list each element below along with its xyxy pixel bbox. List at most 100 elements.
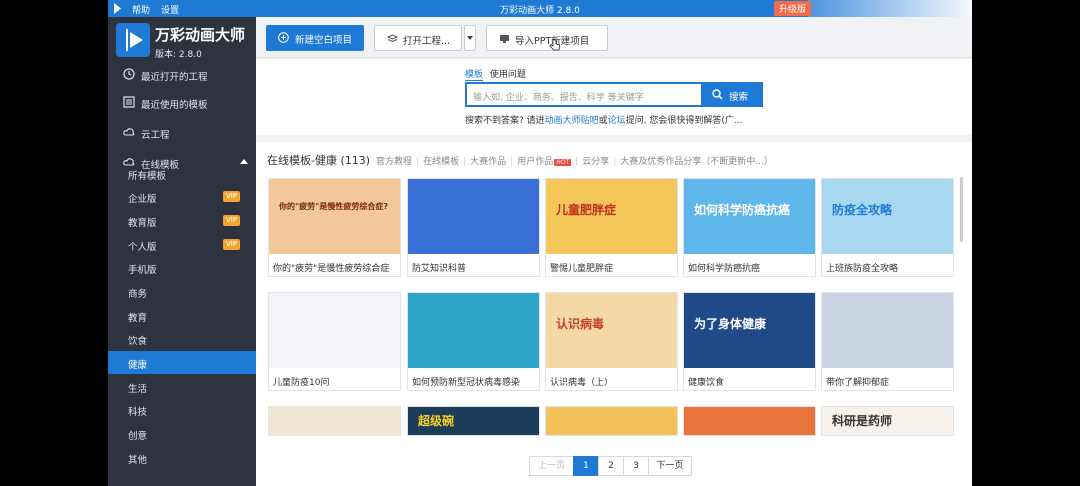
sidebar-category-item[interactable]: 科技 [108, 398, 256, 421]
upgrade-button[interactable]: 升级版 [774, 1, 812, 16]
chevron-down-icon [467, 36, 473, 40]
thumbnail-title: 如何科学防癌抗癌 [694, 203, 791, 217]
category-label: 企业版 [128, 194, 157, 205]
prev-page-button[interactable]: 上一页 [529, 456, 574, 476]
sidebar-category-item[interactable]: 所有模板 [108, 162, 256, 185]
sidebar-category-item[interactable]: 商务 [108, 280, 256, 303]
template-card[interactable] [545, 406, 678, 436]
main-panel: 新建空白项目 打开工程... 导入PPT新建项目 模板 使用问题 输入如, 企业… [256, 17, 972, 486]
open-project-dropdown[interactable] [464, 25, 476, 51]
template-caption: 如何预防新型冠状病毒感染 [412, 378, 521, 388]
hot-badge: HOT [554, 159, 572, 166]
category-label: 饮食 [128, 336, 148, 347]
search-input[interactable]: 输入如, 企业、商务、报告、科学 等关键字 [465, 82, 703, 107]
sidebar-item-cloud-projects[interactable]: 云工程 [108, 121, 256, 145]
template-thumbnail: 为了身体健康 [684, 293, 815, 368]
filter-cloud-share[interactable]: 云分享 [582, 157, 609, 167]
template-card[interactable]: 如何科学防癌抗癌 如何科学防癌抗癌 [683, 178, 816, 277]
import-ppt-button[interactable]: 导入PPT新建项目 [486, 25, 608, 51]
category-label: 创意 [128, 431, 148, 442]
template-card[interactable] [268, 406, 401, 436]
thumbnail-title: 为了身体健康 [694, 317, 767, 331]
scrollbar[interactable] [960, 177, 963, 242]
page-1-button[interactable]: 1 [573, 456, 599, 476]
category-label: 所有模板 [128, 171, 167, 182]
sidebar-item-recent-templates[interactable]: 最近使用的模板 [108, 91, 256, 115]
sidebar-category-item[interactable]: 其他 [108, 446, 256, 469]
template-card[interactable]: 儿童防疫10问 [268, 292, 401, 391]
sidebar-category-item[interactable]: 饮食 [108, 327, 256, 350]
category-label: 商务 [128, 289, 148, 300]
template-caption: 健康饮食 [688, 378, 725, 388]
filter-featured-share[interactable]: 大赛及优秀作品分享（不断更新中...） [620, 157, 773, 167]
hint-prefix: 搜索不到答案? 请进 [465, 116, 545, 126]
clock-icon [123, 68, 135, 80]
search-button[interactable]: 搜索 [703, 82, 763, 107]
filter-official-tutorials[interactable]: 官方教程 [376, 157, 412, 167]
thumbnail-title: 科研是药师 [832, 414, 893, 428]
sidebar-category-item[interactable]: 创意 [108, 422, 256, 445]
category-label: 手机版 [128, 265, 157, 276]
open-project-label: 打开工程... [403, 36, 451, 47]
page-2-button[interactable]: 2 [598, 456, 624, 476]
template-caption: 如何科学防癌抗癌 [688, 264, 761, 274]
template-card[interactable]: 认识病毒认识病毒（上） [545, 292, 678, 391]
template-thumbnail: 科研是药师 [822, 407, 953, 435]
filter-contest-works[interactable]: 大赛作品 [470, 157, 506, 167]
sidebar-category-item[interactable]: 教育版 VIP [108, 209, 256, 232]
template-card[interactable]: 防艾知识科普 [407, 178, 540, 277]
category-label: 生活 [128, 384, 148, 395]
hand-cursor-icon [549, 38, 560, 51]
sidebar-category-item[interactable]: 教育 [108, 304, 256, 327]
template-card[interactable]: 你的"疲劳"是慢性疲劳综合症? 你的"疲劳"是慢性疲劳综合症 [268, 178, 401, 277]
tieba-link[interactable]: 动画大师贴吧 [545, 116, 599, 126]
template-card[interactable]: 如何预防新型冠状病毒感染 [407, 292, 540, 391]
vip-badge: VIP [223, 239, 241, 250]
category-label: 其他 [128, 455, 148, 466]
sidebar-category-item[interactable]: 手机版 [108, 256, 256, 279]
thumbnail-title: 防疫全攻略 [832, 203, 893, 217]
sidebar: 万彩动画大师 版本: 2.8.0 最近打开的工程 最近使用的模板 云工程 在线模… [108, 17, 256, 486]
forum-link[interactable]: 论坛 [608, 116, 626, 126]
thumbnail-title: 儿童肥胖症 [556, 203, 617, 217]
tab-templates[interactable]: 模板 [465, 70, 484, 81]
template-card[interactable]: 带你了解抑郁症 [821, 292, 954, 391]
template-thumbnail [269, 293, 400, 368]
sidebar-category-item[interactable]: 企业版 VIP [108, 185, 256, 208]
search-button-label: 搜索 [729, 92, 749, 103]
thumbnail-title: 超级碗 [418, 414, 455, 428]
template-thumbnail [822, 293, 953, 368]
template-caption: 警惕儿童肥胖症 [550, 264, 614, 274]
template-card[interactable]: 防疫全攻略 上班族防疫全攻略 [821, 178, 954, 277]
template-card[interactable]: 超级碗 [407, 406, 540, 436]
next-page-button[interactable]: 下一页 [648, 456, 692, 476]
sidebar-item-recent-projects[interactable]: 最近打开的工程 [108, 63, 256, 87]
template-thumbnail: 你的"疲劳"是慢性疲劳综合症? [269, 179, 400, 254]
search-hint: 搜索不到答案? 请进动画大师贴吧或论坛提问, 您会很快得到解答(广... [465, 113, 743, 126]
template-card[interactable]: 为了身体健康健康饮食 [683, 292, 816, 391]
template-thumbnail: 认识病毒 [546, 293, 677, 368]
filter-online-templates[interactable]: 在线模板 [423, 157, 459, 167]
page-3-button[interactable]: 3 [623, 456, 649, 476]
template-card[interactable]: 儿童肥胖症警惕儿童肥胖症 [545, 178, 678, 277]
template-caption: 认识病毒（上） [550, 378, 614, 388]
new-project-button[interactable]: 新建空白项目 [266, 25, 364, 51]
play-logo-icon [126, 29, 143, 51]
open-project-button[interactable]: 打开工程... [374, 25, 462, 51]
template-thumbnail: 防疫全攻略 [822, 179, 953, 254]
category-label: 健康 [128, 360, 148, 371]
search-tabs: 模板 使用问题 [465, 67, 526, 81]
filter-user-works[interactable]: 用户作品 [517, 157, 553, 167]
sidebar-category-item[interactable]: 生活 [108, 375, 256, 398]
sidebar-category-item[interactable]: 健康 [108, 351, 256, 374]
tab-usage-questions[interactable]: 使用问题 [490, 70, 526, 80]
vip-badge: VIP [223, 215, 241, 226]
sidebar-item-label: 最近打开的工程 [141, 72, 208, 83]
brand: 万彩动画大师 版本: 2.8.0 [108, 17, 256, 63]
sidebar-item-label: 云工程 [141, 130, 170, 141]
sidebar-category-item[interactable]: 个人版 VIP [108, 233, 256, 256]
template-thumbnail: 超级碗 [408, 407, 539, 435]
plus-circle-icon [278, 32, 289, 43]
template-card[interactable]: 科研是药师 [821, 406, 954, 436]
template-card[interactable] [683, 406, 816, 436]
